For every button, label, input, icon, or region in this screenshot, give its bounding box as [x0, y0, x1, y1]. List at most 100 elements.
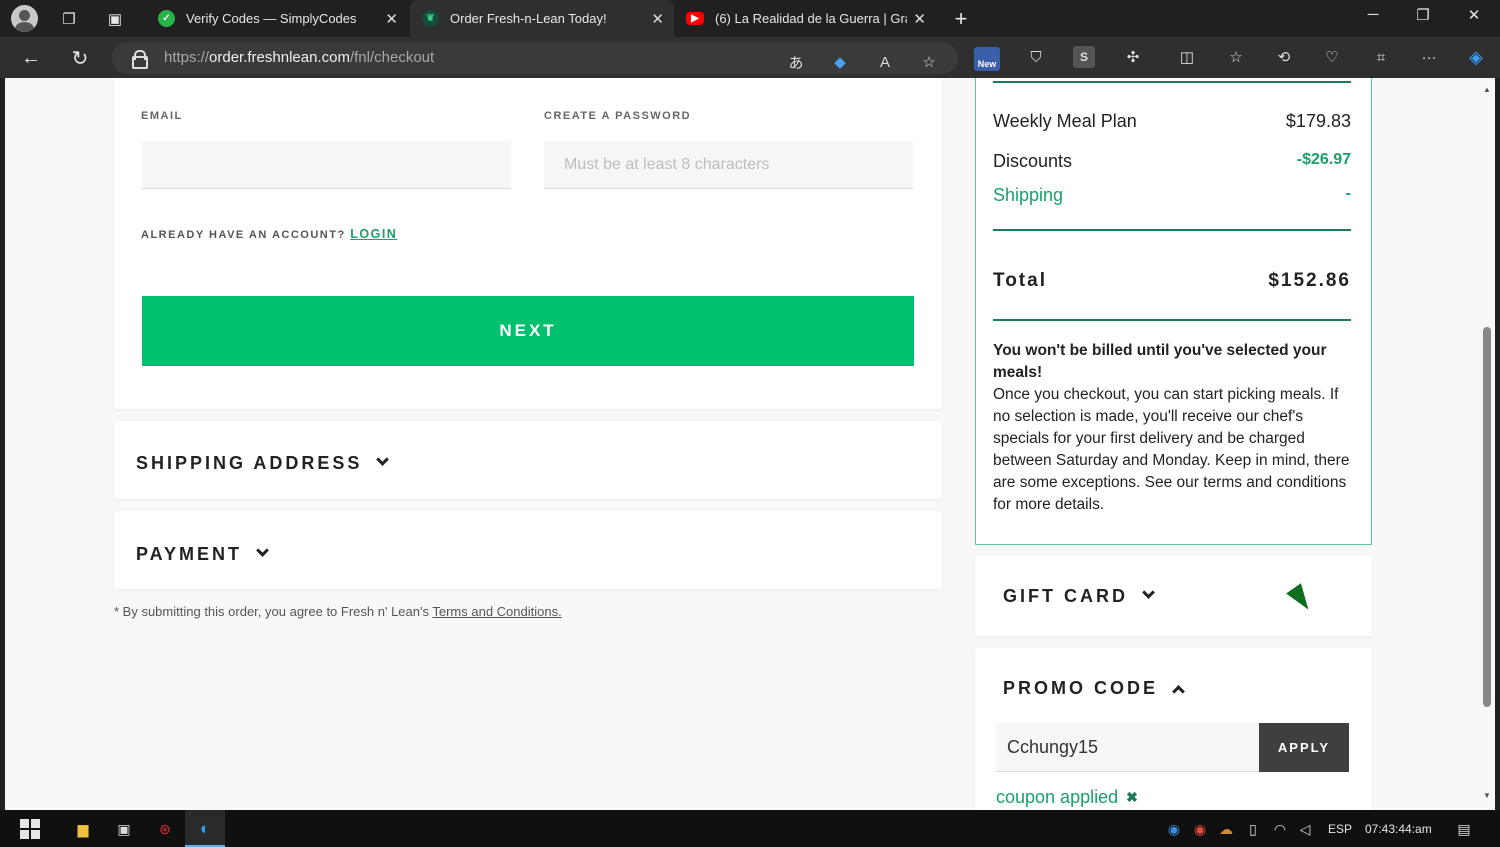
total-row: Total $152.86 — [993, 270, 1351, 292]
terms-link[interactable]: Terms and Conditions. — [432, 604, 561, 619]
disclaimer-text: * By submitting this order, you agree to… — [114, 604, 429, 619]
browser-essentials-icon[interactable]: ♡ — [1321, 46, 1343, 68]
tab-freshnlean[interactable]: ❦ Order Fresh-n-Lean Today! ✕ — [410, 0, 674, 37]
windows-taskbar: ▆ ▣ ⊛ ◐ ◉ ◉ ☁ ▯ ◠ ◁ ESP 07:43:44:am ▤ — [0, 810, 1500, 847]
shield-icon[interactable]: ⛉ — [1025, 46, 1047, 68]
email-field[interactable] — [142, 141, 511, 189]
notifications-icon[interactable]: ▤ — [1454, 819, 1474, 839]
divider — [993, 81, 1351, 83]
next-button[interactable]: NEXT — [142, 296, 914, 366]
translate-icon[interactable]: あ — [785, 51, 807, 73]
close-window-icon[interactable]: ✕ — [1459, 6, 1489, 24]
usb-icon[interactable]: ▯ — [1243, 819, 1263, 839]
coupon-status: coupon applied ✖ — [996, 787, 1138, 808]
close-tab-icon[interactable]: ✕ — [385, 10, 398, 28]
clock[interactable]: 07:43:44:am — [1365, 822, 1432, 836]
simplycodes-icon: ✓ — [158, 10, 175, 27]
browser-tab-bar: ❐ ▣ ✓ Verify Codes — SimplyCodes ✕ ❦ Ord… — [0, 0, 1500, 37]
edge-icon[interactable]: ◐ — [195, 819, 215, 839]
favorites-icon[interactable]: ☆ — [1225, 46, 1247, 68]
minimize-icon[interactable]: ─ — [1358, 6, 1388, 23]
chevron-down-icon — [1142, 586, 1155, 599]
chevron-down-icon — [256, 544, 269, 557]
new-tab-icon[interactable]: + — [948, 6, 974, 32]
remove-coupon-icon[interactable]: ✖ — [1126, 789, 1138, 806]
copilot-icon[interactable]: ◈ — [1465, 46, 1487, 68]
favorite-star-icon[interactable]: ☆ — [918, 51, 940, 73]
freshnlean-leaf-icon: ❦ — [422, 10, 439, 27]
scroll-down-arrow-icon[interactable]: ▼ — [1483, 791, 1491, 800]
divider — [993, 229, 1351, 231]
scroll-up-arrow-icon[interactable]: ▲ — [1483, 85, 1491, 94]
youtube-icon: ▶ — [686, 12, 704, 25]
login-link[interactable]: LOGIN — [350, 227, 397, 241]
tray-app-icon[interactable]: ◉ — [1164, 819, 1184, 839]
tab-youtube[interactable]: ▶ (6) La Realidad de la Guerra | Grá ✕ — [674, 0, 936, 37]
workspaces-icon[interactable]: ❐ — [56, 6, 82, 32]
extensions-puzzle-icon[interactable]: ✣ — [1122, 46, 1144, 68]
wifi-icon[interactable]: ◠ — [1270, 819, 1290, 839]
close-tab-icon[interactable]: ✕ — [651, 10, 664, 28]
store-icon[interactable]: ▣ — [114, 819, 134, 839]
refresh-icon[interactable]: ↻ — [67, 45, 93, 71]
tray-cloud-icon[interactable]: ☁ — [1216, 819, 1236, 839]
close-tab-icon[interactable]: ✕ — [913, 10, 926, 28]
split-screen-icon[interactable]: ◫ — [1176, 46, 1198, 68]
new-badge: New — [974, 47, 1000, 71]
tab-simplycodes[interactable]: ✓ Verify Codes — SimplyCodes ✕ — [146, 0, 408, 37]
terms-disclaimer: * By submitting this order, you agree to… — [114, 604, 562, 619]
page-viewport: EMAIL CREATE A PASSWORD ALREADY HAVE AN … — [5, 78, 1481, 810]
email-label: EMAIL — [141, 110, 183, 122]
s-extension-icon[interactable]: S — [1073, 46, 1095, 68]
meal-plan-price: $179.83 — [1285, 111, 1351, 131]
history-icon[interactable]: ⟲ — [1273, 46, 1295, 68]
promo-code-title: PROMO CODE — [1003, 678, 1159, 698]
gift-card-title: GIFT CARD — [1003, 586, 1128, 606]
windows-start-icon[interactable] — [20, 819, 40, 839]
shipping-address-toggle[interactable]: SHIPPING ADDRESS — [136, 453, 390, 474]
more-menu-icon[interactable]: ··· — [1418, 46, 1440, 68]
chrome-icon[interactable]: ◉ — [1190, 819, 1210, 839]
coupon-tag-icon[interactable]: ◆ — [829, 51, 851, 73]
address-bar[interactable]: https://order.freshnlean.com/fnl/checkou… — [112, 42, 958, 74]
restore-icon[interactable]: ❐ — [1408, 6, 1438, 24]
scrollbar-thumb[interactable] — [1483, 327, 1491, 707]
discounts-label: Discounts — [993, 151, 1073, 171]
payment-toggle[interactable]: PAYMENT — [136, 544, 269, 565]
tab-actions-icon[interactable]: ▣ — [102, 6, 128, 32]
lock-icon[interactable] — [132, 50, 148, 69]
chevron-down-icon — [376, 453, 390, 466]
language-indicator[interactable]: ESP — [1328, 822, 1352, 836]
total-label: Total — [993, 270, 1047, 291]
meal-plan-label: Weekly Meal Plan — [993, 111, 1137, 131]
billing-note-body: Once you checkout, you can start picking… — [993, 386, 1350, 513]
shipping-row: Shipping - — [993, 185, 1351, 206]
chevron-up-icon — [1172, 685, 1185, 698]
gift-card-toggle[interactable]: GIFT CARD — [1003, 586, 1155, 607]
already-account-text: ALREADY HAVE AN ACCOUNT? LOGIN — [141, 227, 397, 241]
url-text[interactable]: https://order.freshnlean.com/fnl/checkou… — [164, 49, 434, 66]
tab-title: Verify Codes — SimplyCodes — [186, 11, 357, 26]
divider — [993, 319, 1351, 321]
app-red-icon[interactable]: ⊛ — [155, 819, 175, 839]
meal-plan-row: Weekly Meal Plan $179.83 — [993, 111, 1351, 132]
profile-avatar[interactable] — [11, 5, 38, 32]
shipping-label: Shipping — [993, 185, 1064, 205]
shipping-title: SHIPPING ADDRESS — [136, 453, 363, 473]
total-value: $152.86 — [1268, 270, 1351, 291]
payment-title: PAYMENT — [136, 544, 243, 564]
password-label: CREATE A PASSWORD — [544, 110, 692, 122]
password-field[interactable] — [544, 141, 913, 189]
file-explorer-icon[interactable]: ▆ — [73, 819, 93, 839]
address-bar-row: ← ↻ https://order.freshnlean.com/fnl/che… — [0, 37, 1500, 78]
billing-note-heading: You won't be billed until you've selecte… — [993, 342, 1327, 381]
screenshot-icon[interactable]: ⌗ — [1370, 46, 1392, 68]
promo-code-input[interactable] — [996, 723, 1259, 772]
billing-note: You won't be billed until you've selecte… — [993, 340, 1353, 516]
back-icon[interactable]: ← — [18, 45, 44, 71]
promo-code-toggle[interactable]: PROMO CODE — [1003, 678, 1185, 699]
shipping-value: - — [1345, 185, 1351, 202]
read-aloud-icon[interactable]: A — [874, 51, 896, 73]
apply-button[interactable]: APPLY — [1259, 723, 1349, 772]
volume-icon[interactable]: ◁ — [1295, 819, 1315, 839]
